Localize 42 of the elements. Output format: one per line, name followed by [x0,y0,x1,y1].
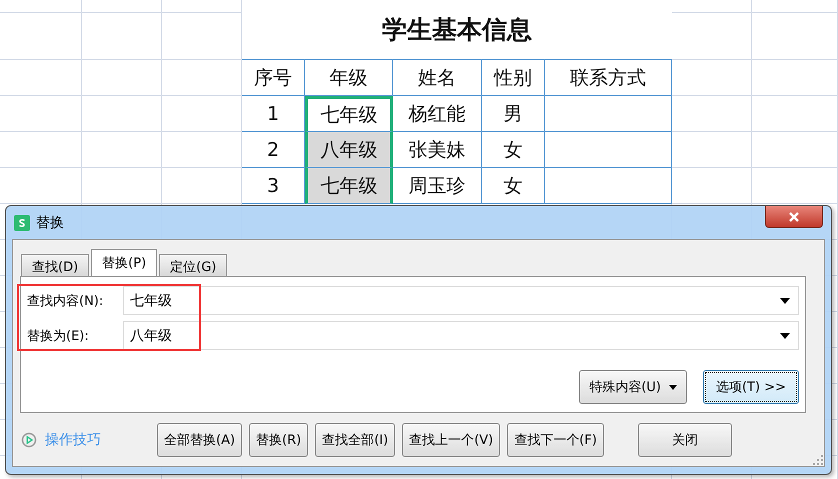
table-cell: 女 [482,132,545,168]
close-icon [788,212,800,222]
column-header: 序号 [242,60,305,96]
tab[interactable]: 查找(D) [21,254,90,276]
table-cell: 张美妹 [393,132,482,168]
input-field[interactable]: 七年级 [123,286,799,315]
table-cell: 3 [242,168,305,204]
sheet-title: 学生基本信息 [242,0,672,60]
table-cell: 2 [242,132,305,168]
input-field[interactable]: 八年级 [123,321,799,350]
table-cell: 七年级 [305,96,393,132]
table-cell: 八年级 [305,132,393,168]
field-label: 替换为(E): [27,328,90,344]
tab[interactable]: 替换(P) [91,249,158,276]
dropdown-arrow-icon [780,332,790,338]
options-button[interactable]: 选项(T) >> [703,370,799,404]
table-cell: 杨红能 [393,96,482,132]
action-button[interactable]: 替换(R) [249,423,308,457]
table-cell: 1 [242,96,305,132]
column-header: 性别 [482,60,545,96]
action-button[interactable]: 全部替换(A) [157,423,242,457]
resize-grip-icon [813,455,823,465]
column-header: 姓名 [393,60,482,96]
close-button[interactable] [765,206,823,228]
table-cell: 男 [482,96,545,132]
caret-icon [669,384,677,390]
app-logo-icon [14,214,30,230]
column-header: 年级 [305,60,393,96]
column-header: 联系方式 [545,60,672,96]
play-icon [21,432,37,448]
special-content-button[interactable]: 特殊内容(U) [579,370,687,404]
action-button[interactable]: 查找全部(I) [315,423,396,457]
dropdown-arrow-icon [780,298,790,304]
tab[interactable]: 定位(G) [159,254,228,276]
action-button[interactable]: 查找上一个(V) [402,423,500,457]
field-label: 查找内容(N): [27,292,104,310]
action-button[interactable]: 查找下一个(F) [507,423,604,457]
table-cell: 女 [482,168,545,204]
close-dialog-button[interactable]: 关闭 [638,423,732,457]
table-cell: 周玉珍 [393,168,482,204]
dialog-title: 替换 [36,214,64,232]
table-cell: 七年级 [305,168,393,204]
